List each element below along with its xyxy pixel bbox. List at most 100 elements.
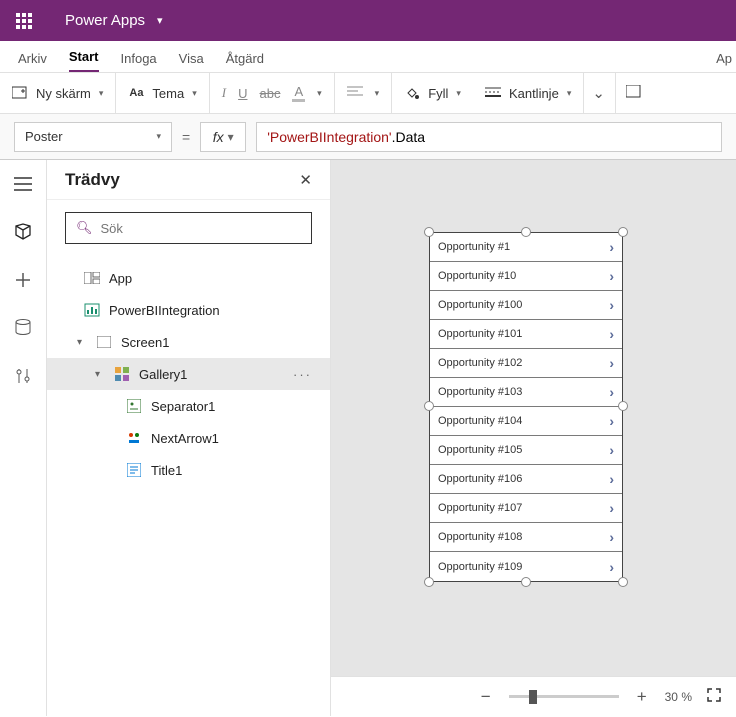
resize-handle[interactable]: [424, 227, 434, 237]
align-icon[interactable]: [347, 85, 363, 102]
expand-ribbon-icon[interactable]: ⌄: [592, 84, 605, 102]
overflow-icon[interactable]: [626, 85, 642, 102]
chevron-down-icon[interactable]: ▾: [95, 369, 105, 380]
chevron-right-icon[interactable]: ›: [609, 559, 614, 575]
resize-handle[interactable]: [424, 401, 434, 411]
zoom-in-button[interactable]: +: [633, 687, 651, 707]
border-button[interactable]: Kantlinje▾: [473, 73, 584, 113]
chevron-right-icon[interactable]: ›: [609, 268, 614, 284]
tree-node-app[interactable]: App: [47, 262, 330, 294]
chevron-right-icon[interactable]: ›: [609, 239, 614, 255]
chevron-right-icon[interactable]: ›: [609, 529, 614, 545]
menu-arkiv[interactable]: Arkiv: [18, 51, 47, 72]
resize-handle[interactable]: [424, 577, 434, 587]
fill-icon: [404, 85, 420, 101]
resize-handle[interactable]: [521, 577, 531, 587]
gallery-row[interactable]: Opportunity #1›: [430, 233, 622, 262]
menu-atgard[interactable]: Åtgärd: [226, 51, 264, 72]
gallery-row[interactable]: Opportunity #107›: [430, 494, 622, 523]
tree-node-title1[interactable]: Title1: [47, 454, 330, 486]
resize-handle[interactable]: [618, 577, 628, 587]
gallery-row[interactable]: Opportunity #103 ›: [430, 378, 622, 407]
theme-button[interactable]: Aa Tema ▾: [116, 73, 209, 113]
gallery-control[interactable]: Opportunity #1›Opportunity #10›Opportuni…: [429, 232, 623, 582]
resize-handle[interactable]: [618, 401, 628, 411]
fill-label: Fyll: [428, 86, 448, 101]
rail-tree-icon[interactable]: [11, 220, 35, 244]
chevron-down-icon: ▾: [228, 130, 234, 144]
gallery-row[interactable]: Opportunity #106›: [430, 465, 622, 494]
chevron-down-icon: ▾: [375, 88, 380, 99]
tree-node-gallery1[interactable]: ▾ Gallery1 ···: [47, 358, 330, 390]
zoom-thumb[interactable]: [529, 690, 537, 704]
gallery-row-label: Opportunity #100: [438, 299, 522, 311]
tree-node-screen1[interactable]: ▾ Screen1: [47, 326, 330, 358]
resize-handle[interactable]: [618, 227, 628, 237]
fx-button[interactable]: fx ▾: [200, 122, 246, 152]
text-format-group: I U abc A▾: [210, 73, 335, 113]
gallery-row[interactable]: Opportunity #108›: [430, 523, 622, 552]
menu-start[interactable]: Start: [69, 49, 99, 72]
chevron-right-icon[interactable]: ›: [609, 384, 614, 400]
toolbar: Ny skärm ▾ Aa Tema ▾ I U abc A▾ ▾ Fyll▾ …: [0, 73, 736, 114]
italic-icon[interactable]: I: [222, 85, 226, 101]
menu-visa[interactable]: Visa: [179, 51, 204, 72]
rail-tools-icon[interactable]: [11, 364, 35, 388]
tree-label: Title1: [151, 463, 182, 478]
fill-button[interactable]: Fyll▾: [392, 73, 473, 113]
underline-icon[interactable]: U: [238, 86, 247, 101]
chevron-right-icon[interactable]: ›: [609, 355, 614, 371]
chevron-right-icon[interactable]: ›: [609, 413, 614, 429]
tree-label: Gallery1: [139, 367, 187, 382]
rail-insert-icon[interactable]: [11, 268, 35, 292]
gallery-row[interactable]: Opportunity #10›: [430, 262, 622, 291]
resize-handle[interactable]: [521, 227, 531, 237]
chevron-right-icon[interactable]: ›: [609, 297, 614, 313]
close-icon[interactable]: ✕: [299, 171, 312, 189]
chevron-right-icon[interactable]: ›: [609, 442, 614, 458]
tree-node-separator1[interactable]: Separator1: [47, 390, 330, 422]
gallery-row-label: Opportunity #101: [438, 328, 522, 340]
property-selector[interactable]: Poster ▾: [14, 122, 172, 152]
chevron-right-icon[interactable]: ›: [609, 471, 614, 487]
search-icon: 🔍︎: [76, 220, 93, 236]
app-icon: [83, 269, 101, 287]
chevron-right-icon[interactable]: ›: [609, 326, 614, 342]
gallery-row[interactable]: Opportunity #102›: [430, 349, 622, 378]
canvas[interactable]: Opportunity #1›Opportunity #10›Opportuni…: [331, 160, 736, 716]
nextarrow-icon: [125, 429, 143, 447]
zoom-slider[interactable]: [509, 695, 619, 698]
font-color-icon[interactable]: A: [292, 84, 305, 102]
label-icon: [125, 461, 143, 479]
zoom-out-button[interactable]: −: [477, 687, 495, 707]
gallery-row[interactable]: Opportunity #100 ›: [430, 291, 622, 320]
equals-label: =: [182, 129, 190, 145]
tree-node-nextarrow1[interactable]: NextArrow1: [47, 422, 330, 454]
formula-bar: Poster ▾ = fx ▾ 'PowerBIIntegration'.Data: [0, 114, 736, 160]
gallery-row[interactable]: Opportunity #105›: [430, 436, 622, 465]
fullscreen-icon[interactable]: [706, 687, 722, 706]
tree-node-powerbi[interactable]: PowerBIIntegration: [47, 294, 330, 326]
new-screen-icon: [12, 85, 28, 101]
gallery-row-label: Opportunity #103: [438, 386, 522, 398]
chevron-right-icon[interactable]: ›: [609, 500, 614, 516]
gallery-row[interactable]: Opportunity #101 ›: [430, 320, 622, 349]
titlebar: Power Apps ▾: [0, 0, 736, 41]
app-title[interactable]: Power Apps ▾: [47, 12, 163, 29]
search-field[interactable]: [101, 221, 301, 236]
tree-panel: Trädvy ✕ 🔍︎ App PowerBIIntegration ▾: [47, 160, 331, 716]
gallery-row[interactable]: Opportunity #104›: [430, 407, 622, 436]
search-input[interactable]: 🔍︎: [65, 212, 312, 244]
fx-label: fx: [213, 129, 224, 145]
new-screen-button[interactable]: Ny skärm ▾: [0, 73, 116, 113]
rail-data-icon[interactable]: [11, 316, 35, 340]
rail-hamburger-icon[interactable]: [11, 172, 35, 196]
strikethrough-icon[interactable]: abc: [259, 86, 280, 101]
formula-input[interactable]: 'PowerBIIntegration'.Data: [256, 122, 722, 152]
new-screen-label: Ny skärm: [36, 86, 91, 101]
menu-infoga[interactable]: Infoga: [121, 51, 157, 72]
separator-icon: [125, 397, 143, 415]
chevron-down-icon[interactable]: ▾: [77, 337, 87, 348]
more-icon[interactable]: ···: [293, 367, 312, 382]
app-launcher-icon[interactable]: [0, 0, 47, 41]
